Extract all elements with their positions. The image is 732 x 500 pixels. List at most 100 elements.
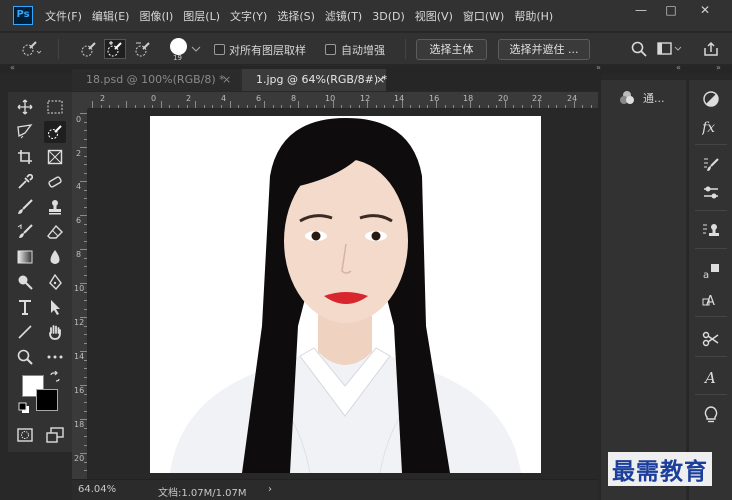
frame-tool[interactable] (44, 146, 66, 168)
collapse-right-icon[interactable]: » (716, 63, 721, 72)
tab-close-icon[interactable]: × (376, 69, 385, 91)
brush-presets-icon (704, 186, 718, 199)
share-button[interactable] (700, 39, 722, 59)
spot-healing-tool[interactable] (44, 171, 66, 193)
tab-label: 18.psd @ 100%(RGB/8) * (86, 73, 225, 86)
zoom-tool[interactable] (14, 346, 36, 368)
eraser-tool[interactable] (44, 221, 66, 243)
search-button[interactable] (628, 39, 650, 59)
ruler-origin[interactable] (72, 92, 88, 109)
paragraph-styles-icon: A (702, 294, 715, 307)
collapse-left-icon[interactable]: « (10, 63, 15, 72)
history-brush-tool[interactable] (14, 221, 36, 243)
add-to-selection-button[interactable] (104, 39, 126, 59)
brush-settings-icon (704, 158, 719, 171)
minimize-button[interactable]: — (626, 0, 656, 20)
adjustments-button[interactable] (699, 88, 723, 110)
brushes-button[interactable] (699, 154, 723, 176)
clone-source-button[interactable] (699, 220, 723, 242)
status-menu-arrow[interactable]: › (268, 484, 272, 495)
maximize-button[interactable]: □ (656, 0, 686, 20)
vertical-ruler[interactable]: 0 2 4 6 8 10 12 14 16 18 20 (72, 109, 88, 479)
horizontal-ruler[interactable]: 2 0 2 4 6 8 10 12 14 16 18 20 22 24 (88, 92, 598, 109)
subtract-from-selection-button[interactable] (132, 39, 154, 59)
learn-button[interactable] (699, 404, 723, 426)
svg-text:A: A (703, 369, 716, 385)
menu-type[interactable]: 文字(Y) (225, 8, 272, 24)
channels-panel-button[interactable]: 通... (619, 90, 665, 106)
divider (695, 144, 727, 145)
tool-presets-button[interactable] (699, 328, 723, 350)
tab-18-psd[interactable]: 18.psd @ 100%(RGB/8) * × (72, 69, 242, 91)
photoshop-logo[interactable]: Ps (13, 6, 33, 25)
zoom-icon (17, 349, 33, 365)
paragraph-styles-button[interactable]: A (699, 288, 723, 310)
clone-stamp-tool[interactable] (44, 196, 66, 218)
tab-1-jpg[interactable]: 1.jpg @ 64%(RGB/8#) * × (242, 69, 387, 91)
move-tool[interactable] (14, 96, 36, 118)
marquee-tool[interactable] (44, 96, 66, 118)
eraser-icon (47, 224, 63, 239)
brush-presets-button[interactable] (699, 182, 723, 204)
menu-view[interactable]: 视图(V) (410, 8, 458, 24)
glyphs-button[interactable]: A (699, 366, 723, 388)
zoom-level[interactable]: 64.04% (78, 484, 116, 495)
chevron-down-icon[interactable] (190, 39, 202, 59)
new-selection-button[interactable] (78, 39, 100, 59)
screen-mode-button[interactable] (44, 424, 66, 446)
menu-help[interactable]: 帮助(H) (509, 8, 558, 24)
ruler-tick (195, 101, 197, 108)
collapse-panel-icon[interactable]: « (676, 63, 681, 72)
document-size[interactable]: 文档:1.07M/1.07M (158, 484, 247, 499)
lasso-tool[interactable] (14, 121, 36, 143)
workspace-switcher[interactable] (656, 39, 684, 59)
line-tool[interactable] (14, 321, 36, 343)
menu-select[interactable]: 选择(S) (272, 8, 320, 24)
document-canvas[interactable] (150, 116, 541, 473)
menu-image[interactable]: 图像(I) (134, 8, 178, 24)
brush-preview[interactable] (170, 38, 187, 55)
eyedropper-tool[interactable] (14, 171, 36, 193)
path-selection-tool[interactable] (44, 296, 66, 318)
menu-edit[interactable]: 编辑(E) (87, 8, 135, 24)
menu-3d[interactable]: 3D(D) (367, 10, 410, 23)
background-color-swatch[interactable] (36, 389, 58, 411)
menu-file[interactable]: 文件(F) (40, 8, 87, 24)
auto-enhance-checkbox[interactable] (325, 44, 336, 55)
ruler-label: 6 (256, 94, 262, 103)
crop-tool[interactable] (14, 146, 36, 168)
sample-all-layers-checkbox[interactable] (214, 44, 225, 55)
ruler-label: 18 (74, 420, 85, 429)
gradient-tool[interactable] (14, 246, 36, 268)
screen-mode-icon (46, 427, 64, 443)
ruler-tick (80, 181, 87, 182)
tab-close-icon[interactable]: × (222, 69, 231, 91)
styles-button[interactable]: fx (699, 116, 723, 138)
more-tools-button[interactable] (44, 346, 66, 368)
hand-tool[interactable] (44, 321, 66, 343)
svg-text:fx: fx (702, 120, 715, 135)
blur-tool[interactable] (44, 246, 66, 268)
brush-tool[interactable] (14, 196, 36, 218)
ruler-tick (298, 101, 300, 108)
type-tool[interactable] (14, 296, 36, 318)
menu-window[interactable]: 窗口(W) (458, 8, 509, 24)
ruler-tick (264, 101, 265, 108)
pen-tool[interactable] (44, 271, 66, 293)
close-button[interactable]: ✕ (690, 0, 720, 20)
select-subject-button[interactable]: 选择主体 (416, 39, 487, 60)
swap-colors-button[interactable] (48, 370, 62, 384)
dodge-tool[interactable] (14, 271, 36, 293)
ruler-tick (80, 113, 87, 114)
quick-mask-button[interactable] (14, 424, 36, 446)
select-and-mask-button[interactable]: 选择并遮住 ... (498, 39, 590, 60)
quick-selection-tool[interactable] (44, 121, 66, 143)
arrow-pointer-icon (51, 300, 60, 315)
default-colors-button[interactable] (18, 402, 30, 414)
character-styles-button[interactable]: a (699, 260, 723, 282)
divider (695, 316, 727, 317)
ruler-label: 4 (221, 94, 227, 103)
menu-filter[interactable]: 滤镜(T) (320, 8, 367, 24)
tool-preset-picker[interactable] (20, 39, 42, 59)
menu-layer[interactable]: 图层(L) (178, 8, 225, 24)
